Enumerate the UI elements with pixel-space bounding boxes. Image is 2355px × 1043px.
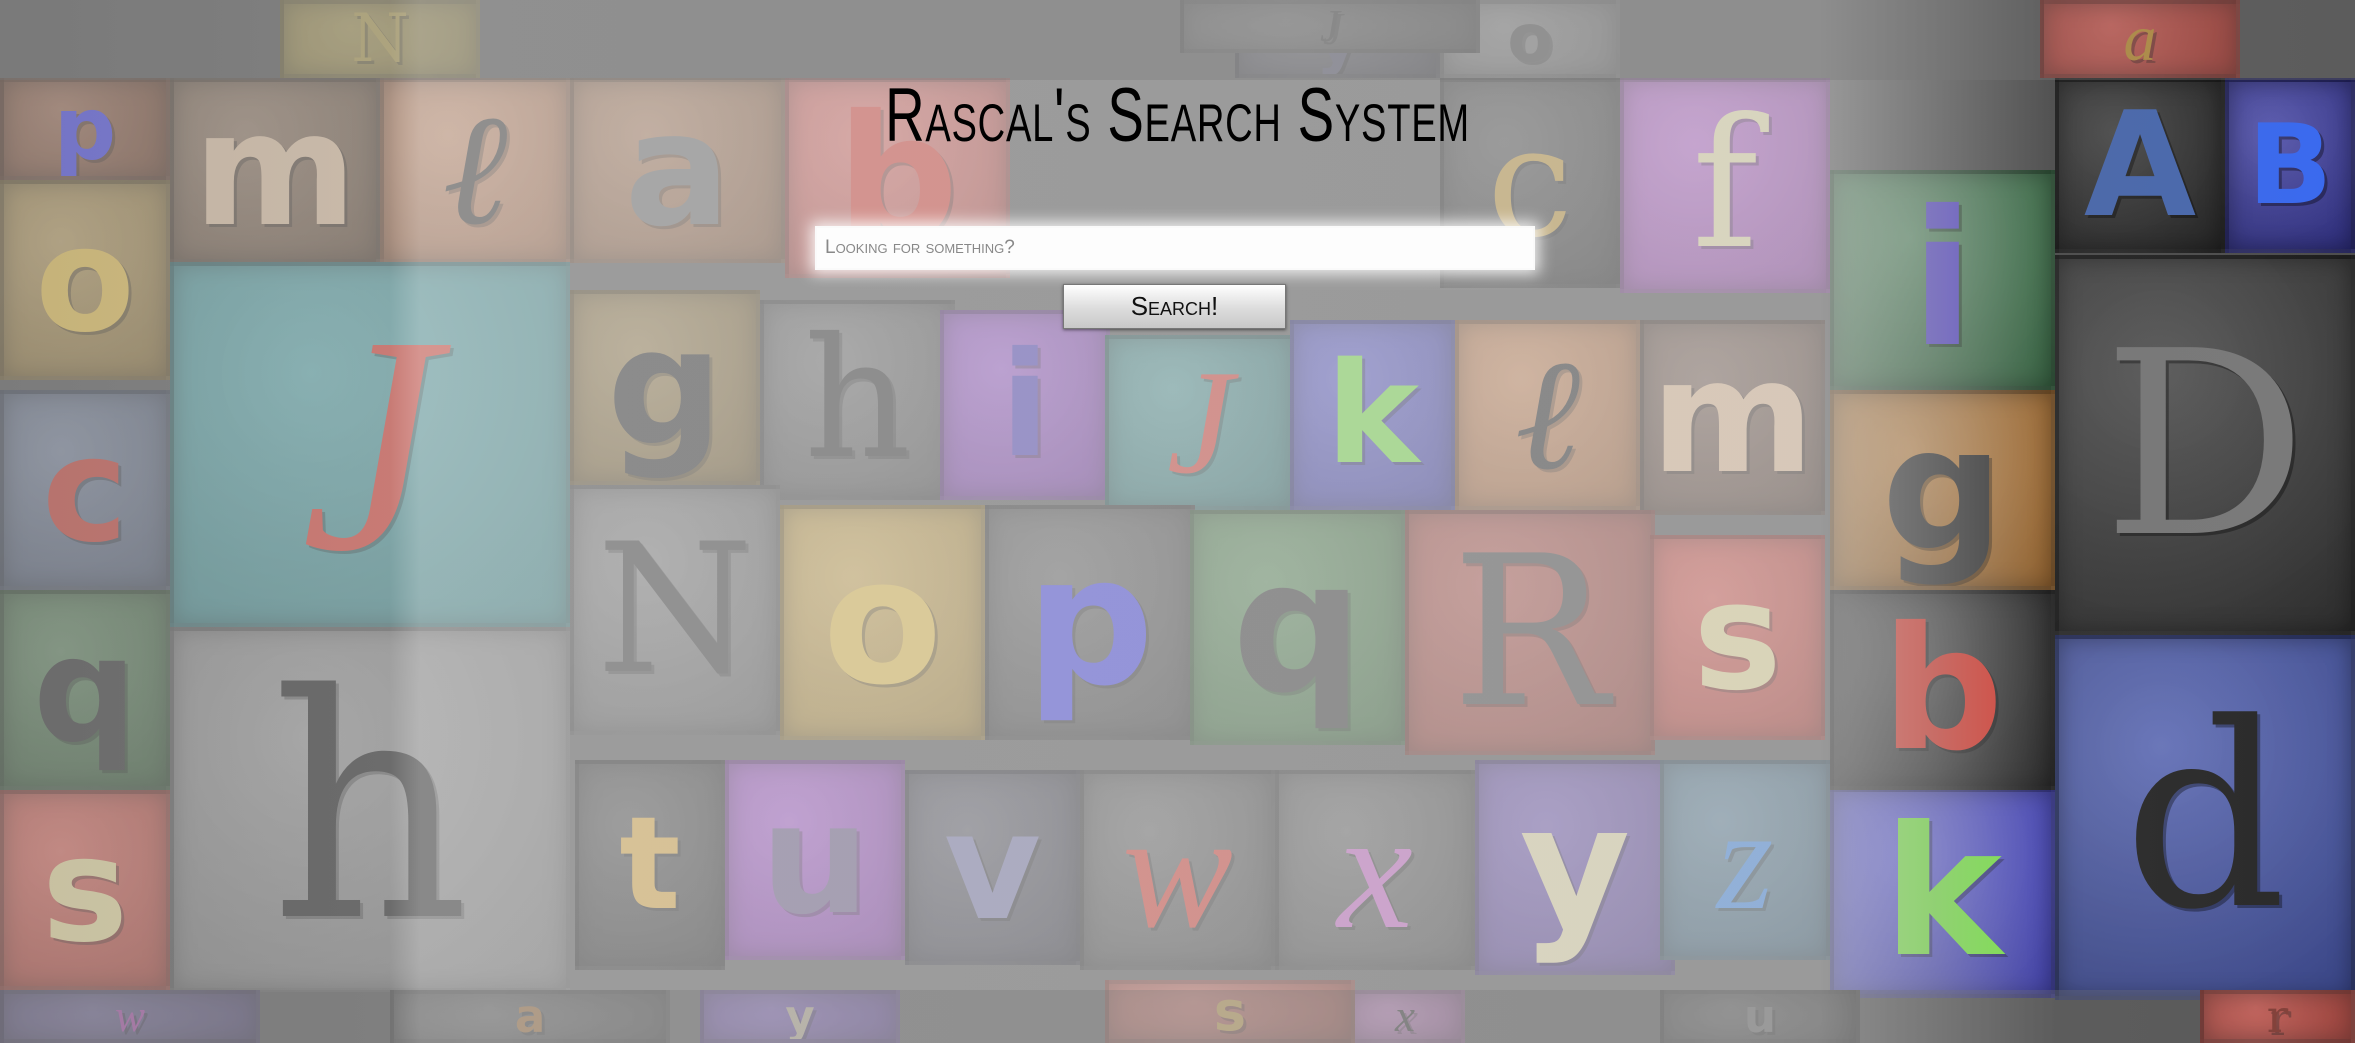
tile-letter: p <box>1025 518 1155 726</box>
tile-letter: k <box>1325 333 1420 496</box>
tile-letter: r <box>2266 990 2289 1043</box>
letter-tile: u <box>725 760 905 960</box>
tile-letter: k <box>1882 788 2003 997</box>
tile-letter: h <box>804 303 911 496</box>
tile-letter: a <box>514 990 546 1043</box>
tile-letter: g <box>1881 391 2004 589</box>
letter-tile: s <box>0 790 170 990</box>
tile-letter: q <box>1232 521 1363 734</box>
letter-tile: m <box>1640 320 1825 515</box>
letter-tile: s <box>1650 535 1825 740</box>
letter-tile: z <box>1660 760 1830 960</box>
letter-tile: h <box>170 627 570 992</box>
tile-letter: s <box>41 805 129 975</box>
tile-letter: v <box>943 781 1042 954</box>
letter-tile: u <box>1660 990 1860 1043</box>
search-input[interactable] <box>815 226 1535 270</box>
letter-tile: w <box>1080 770 1275 970</box>
letter-tile: r <box>2200 990 2355 1043</box>
tile-letter: m <box>1650 326 1815 509</box>
tile-letter: z <box>1716 779 1774 940</box>
letter-tile: k <box>1830 788 2055 998</box>
tile-letter: t <box>619 790 681 939</box>
letter-tile: o <box>780 505 985 740</box>
tile-letter: h <box>270 628 470 990</box>
tile-letter: ℓ <box>1514 327 1581 502</box>
tile-letter: s <box>1693 551 1782 724</box>
letter-tile: q <box>1190 510 1405 745</box>
letter-tile: w <box>0 990 260 1043</box>
tile-letter: x <box>1337 776 1413 964</box>
letter-tile: ℓ <box>1455 320 1640 510</box>
letter-tile: b <box>1830 590 2055 790</box>
letter-tile: y <box>700 990 900 1043</box>
tile-letter: y <box>785 990 815 1043</box>
letter-tile: d <box>2055 635 2355 1000</box>
letter-tile: q <box>0 590 170 790</box>
tile-letter: q <box>33 605 137 775</box>
tile-letter: D <box>2102 296 2308 594</box>
tile-letter: w <box>114 991 145 1041</box>
search-panel: Rascal's Search System Search! <box>0 0 2355 340</box>
letter-tile: J <box>1105 335 1295 510</box>
tile-letter: c <box>42 405 128 575</box>
tile-letter: y <box>1519 768 1631 967</box>
tile-letter: u <box>1743 990 1777 1043</box>
letter-tile: R <box>1405 510 1655 755</box>
letter-tile: x <box>1345 990 1465 1043</box>
tile-letter: J <box>1166 340 1234 505</box>
letter-tile: g <box>1830 390 2055 590</box>
search-button[interactable]: Search! <box>1063 284 1286 329</box>
letter-tile: t <box>575 760 725 970</box>
tile-letter: o <box>822 520 943 724</box>
letter-tile: s <box>1105 980 1355 1043</box>
letter-tile: p <box>985 505 1195 740</box>
letter-tile: y <box>1475 760 1675 975</box>
tile-letter: R <box>1451 511 1609 754</box>
letter-tile: N <box>570 485 780 735</box>
letter-tile: v <box>905 770 1080 965</box>
tile-letter: b <box>1881 591 2004 789</box>
tile-letter: N <box>596 505 754 714</box>
letter-tile: k <box>1290 320 1455 510</box>
tile-letter: x <box>1395 991 1415 1041</box>
tile-letter: d <box>2123 669 2287 966</box>
tile-letter: s <box>1213 980 1247 1043</box>
letter-tile: a <box>390 990 670 1043</box>
tile-letter: u <box>760 770 870 949</box>
tile-letter: w <box>1122 778 1233 962</box>
letter-tile: x <box>1275 770 1475 970</box>
page-title: Rascal's Search System <box>885 73 1470 158</box>
letter-tile: c <box>0 390 170 590</box>
tile-letter: i <box>1000 320 1050 490</box>
